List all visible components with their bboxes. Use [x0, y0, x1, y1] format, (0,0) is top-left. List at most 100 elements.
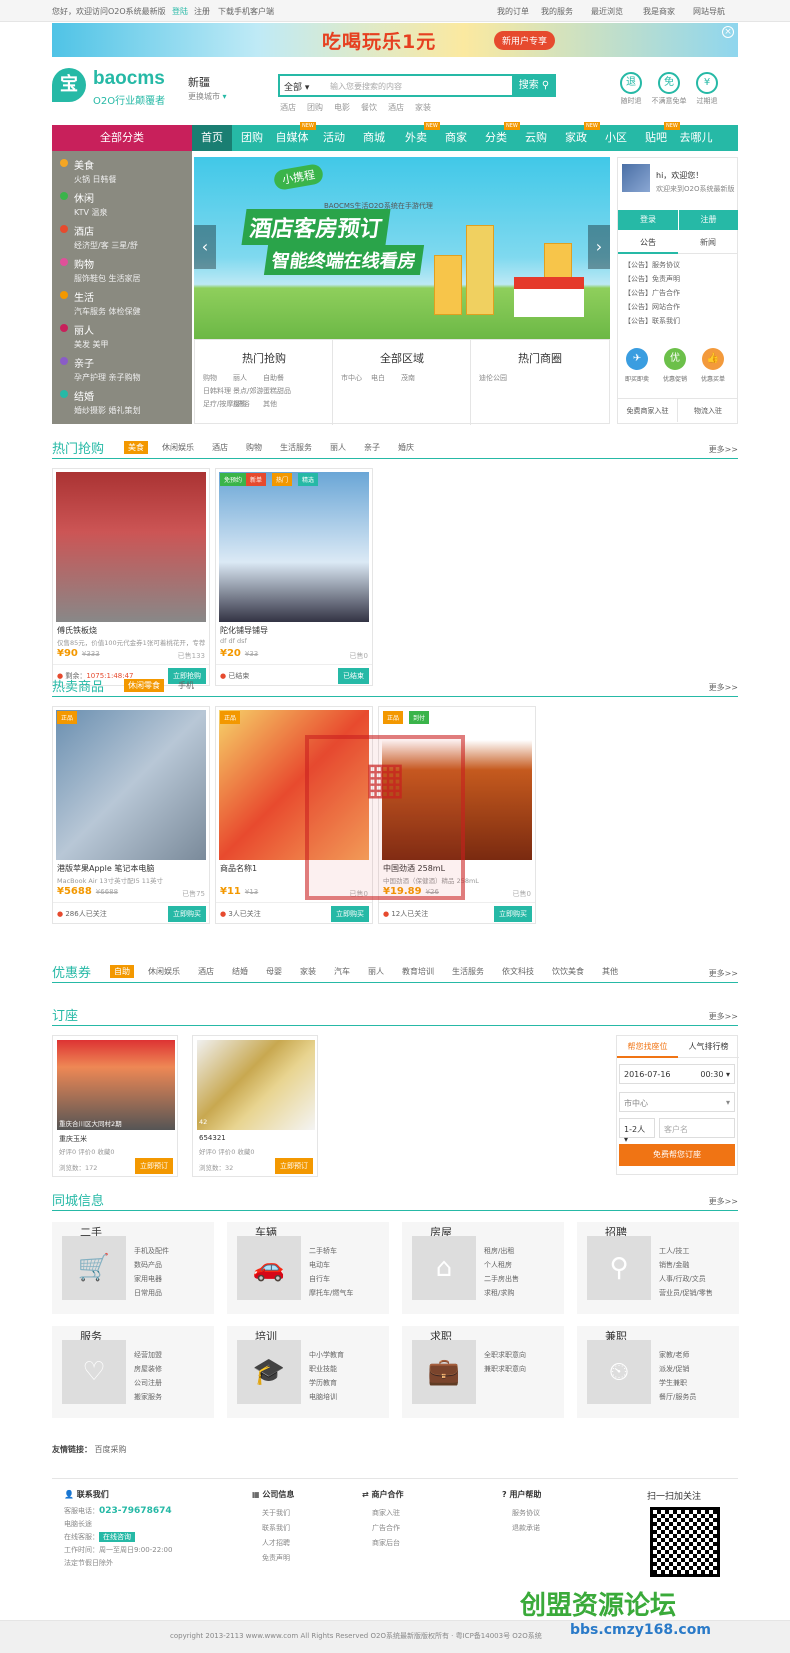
- citylife-link[interactable]: 餐厅/服务员: [659, 1392, 696, 1402]
- hot-keyword[interactable]: 餐饮: [361, 103, 377, 112]
- category-tab[interactable]: 依文科技: [498, 965, 538, 978]
- guarantee-icon[interactable]: 免: [658, 72, 680, 94]
- login-button[interactable]: 登录: [618, 210, 678, 230]
- citylife-link[interactable]: 数码产品: [134, 1260, 162, 1270]
- customer-name-input[interactable]: 客户名: [659, 1118, 735, 1138]
- nav-item[interactable]: 小区: [596, 125, 636, 151]
- category-tab[interactable]: 亲子: [360, 441, 384, 454]
- footer-link[interactable]: 服务协议: [502, 1508, 541, 1518]
- recent-link[interactable]: 最近浏览: [591, 6, 623, 17]
- hero-slider[interactable]: 小携程 BAOCMS生活O2O系统在手游代理 酒店客房预订 智能终端在线看房 ‹…: [194, 157, 610, 339]
- hot-keyword[interactable]: 家装: [415, 103, 431, 112]
- guarantee-icon[interactable]: 退: [620, 72, 642, 94]
- people-select[interactable]: 1-2人 ▾: [619, 1118, 655, 1144]
- citylife-link[interactable]: 公司注册: [134, 1378, 162, 1388]
- search-button[interactable]: 搜索 ⚲: [512, 74, 556, 97]
- footer-link[interactable]: 广告合作: [362, 1523, 404, 1533]
- footer-link[interactable]: 商家后台: [362, 1538, 404, 1548]
- logistics-join-button[interactable]: 物流入驻: [678, 398, 738, 422]
- hot-panel-link[interactable]: 购物: [203, 373, 217, 383]
- guarantee-icon[interactable]: ¥: [696, 72, 718, 94]
- booking-image[interactable]: [57, 1040, 175, 1130]
- online-chat-button[interactable]: 在线咨询: [99, 1532, 135, 1542]
- close-icon[interactable]: ×: [722, 26, 734, 38]
- category-item[interactable]: 美食 火锅 日韩餐: [60, 157, 190, 185]
- hot-panel-link[interactable]: 丽人: [233, 373, 247, 383]
- hot-panel-link[interactable]: 自助餐: [263, 373, 284, 383]
- hot-panel-link[interactable]: 摄影: [233, 399, 247, 409]
- citylife-link[interactable]: 日常用品: [134, 1288, 162, 1298]
- buy-button[interactable]: 立即购买: [494, 906, 532, 922]
- category-tab[interactable]: 生活服务: [276, 441, 316, 454]
- category-tab[interactable]: 其他: [598, 965, 622, 978]
- footer-link[interactable]: 人才招聘: [252, 1538, 294, 1548]
- product-name[interactable]: 傅氏铁板烧: [57, 625, 97, 636]
- more-link[interactable]: 更多>>: [709, 1011, 738, 1022]
- category-tab[interactable]: 汽车: [330, 965, 354, 978]
- book-button[interactable]: 立即预订: [135, 1158, 173, 1174]
- more-link[interactable]: 更多>>: [709, 444, 738, 455]
- nav-item[interactable]: 团购: [232, 125, 272, 151]
- service-circle-icon[interactable]: 👍: [702, 348, 724, 370]
- logo-mark[interactable]: 宝: [52, 68, 86, 102]
- buy-button[interactable]: 立即购买: [168, 906, 206, 922]
- date-select[interactable]: 2016-07-16 00:30 ▾: [619, 1064, 735, 1084]
- nav-item[interactable]: 活动: [314, 125, 354, 151]
- citylife-link[interactable]: 自行车: [309, 1274, 330, 1284]
- citylife-link[interactable]: 二手轿车: [309, 1246, 337, 1256]
- hot-panel-link[interactable]: 迪伦公园: [479, 373, 507, 383]
- slider-prev-icon[interactable]: ‹: [194, 225, 216, 269]
- area-select[interactable]: 市中心 ▾: [619, 1092, 735, 1112]
- nav-item[interactable]: 首页: [192, 125, 232, 151]
- logo-name[interactable]: baocms: [93, 68, 165, 90]
- citylife-link[interactable]: 搬家服务: [134, 1392, 162, 1402]
- category-item[interactable]: 结婚 婚纱摄影 婚礼策划: [60, 388, 190, 416]
- category-item[interactable]: 生活 汽车服务 体检保健: [60, 289, 190, 317]
- register-button[interactable]: 注册: [678, 210, 738, 230]
- citylife-link[interactable]: 销售/金融: [659, 1260, 689, 1270]
- hot-panel-link[interactable]: 电白: [371, 373, 385, 383]
- hot-panel-link[interactable]: 蛋糕甜品: [263, 386, 291, 396]
- footer-link[interactable]: 关于我们: [252, 1508, 294, 1518]
- citylife-link[interactable]: 职业技能: [309, 1364, 337, 1374]
- tab-popular-ranking[interactable]: 人气排行榜: [678, 1036, 739, 1058]
- category-tab[interactable]: 婚庆: [394, 441, 418, 454]
- category-tab[interactable]: 购物: [242, 441, 266, 454]
- product-name[interactable]: 陀化铺导铺导: [220, 625, 268, 636]
- product-image[interactable]: [56, 710, 206, 860]
- citylife-link[interactable]: 家用电器: [134, 1274, 162, 1284]
- service-circle-icon[interactable]: ✈: [626, 348, 648, 370]
- hot-keyword[interactable]: 酒店: [388, 103, 404, 112]
- book-seat-button[interactable]: 免费帮您订座: [619, 1144, 735, 1166]
- booking-card[interactable]: 重庆合川区大同村2期 重庆玉米 好评0 评价0 收藏0 浏览数：172 立即预订: [52, 1035, 178, 1177]
- nav-item[interactable]: 商城: [354, 125, 394, 151]
- hot-keyword[interactable]: 团购: [307, 103, 323, 112]
- citylife-link[interactable]: 学历教育: [309, 1378, 337, 1388]
- my-services-link[interactable]: 我的服务: [541, 6, 573, 17]
- category-tab[interactable]: 母婴: [262, 965, 286, 978]
- footer-link[interactable]: 免责声明: [252, 1553, 294, 1563]
- footer-link[interactable]: 联系我们: [252, 1523, 294, 1533]
- citylife-link[interactable]: 经营加盟: [134, 1350, 162, 1360]
- citylife-link[interactable]: 学生兼职: [659, 1378, 687, 1388]
- tab-find-seat[interactable]: 帮您找座位: [617, 1036, 678, 1058]
- all-categories-button[interactable]: 全部分类: [52, 125, 192, 151]
- citylife-link[interactable]: 房屋装修: [134, 1364, 162, 1374]
- nav-item[interactable]: 云购: [516, 125, 556, 151]
- citylife-link[interactable]: 摩托车/燃气车: [309, 1288, 353, 1298]
- category-tab[interactable]: 手机: [174, 679, 198, 692]
- category-tab[interactable]: 家装: [296, 965, 320, 978]
- product-card[interactable]: 正品 港版苹果Apple 笔记本电脑 MacBook Air 13寸英寸配I5 11…: [52, 706, 210, 924]
- category-tab[interactable]: 教育培训: [398, 965, 438, 978]
- category-tab[interactable]: 酒店: [194, 965, 218, 978]
- category-tab[interactable]: 饮饮美食: [548, 965, 588, 978]
- announcement-item[interactable]: 【公告】联系我们: [624, 316, 680, 326]
- buy-button[interactable]: 已结束: [338, 668, 369, 684]
- announcement-item[interactable]: 【公告】广告合作: [624, 288, 680, 298]
- citylife-link[interactable]: 求租/求购: [484, 1288, 514, 1298]
- citylife-link[interactable]: 二手房出售: [484, 1274, 519, 1284]
- category-tab[interactable]: 结婚: [228, 965, 252, 978]
- category-item[interactable]: 购物 服饰鞋包 生活家居: [60, 256, 190, 284]
- citylife-link[interactable]: 租房/出租: [484, 1246, 514, 1256]
- product-card[interactable]: 免预约 新单 热门 精选 陀化铺导铺导 df df dsf ¥20 ¥33 已售0 ● 已结束 已结…: [215, 468, 373, 686]
